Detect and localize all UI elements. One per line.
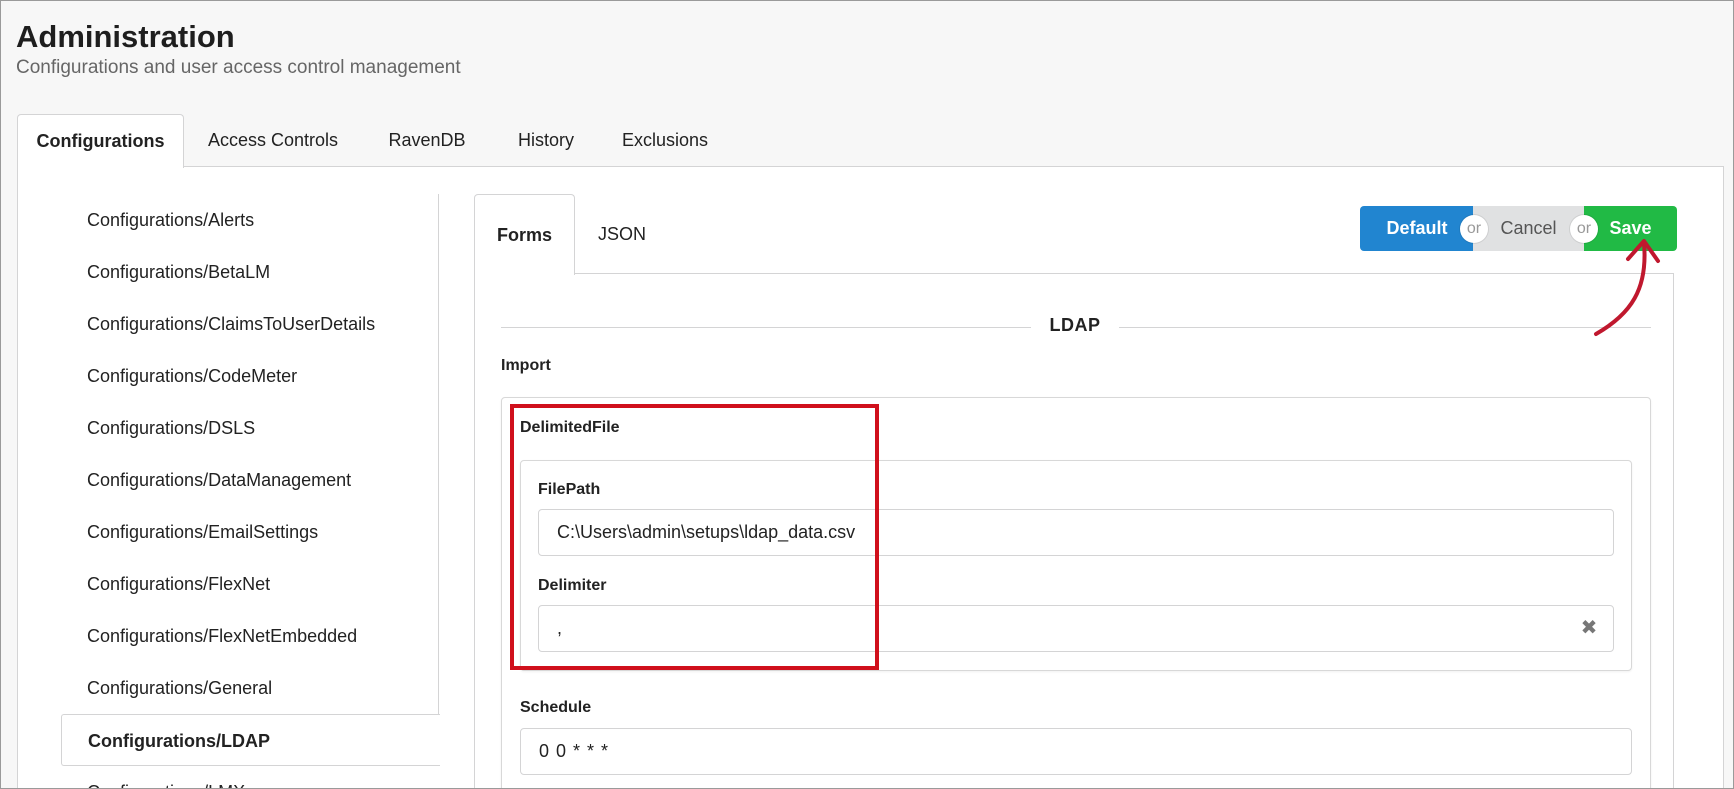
default-button[interactable]: Default — [1360, 206, 1474, 251]
schedule-input[interactable]: 0 0 * * * — [520, 728, 1632, 775]
curved-arrow-icon — [1586, 229, 1666, 344]
delimiter-input[interactable]: , ✖ — [538, 605, 1614, 652]
filepath-label: FilePath — [538, 481, 601, 498]
sidebar-item-emailsettings[interactable]: Configurations/EmailSettings — [61, 506, 439, 558]
schedule-label: Schedule — [520, 699, 592, 716]
sidebar-item-general[interactable]: Configurations/General — [61, 662, 439, 714]
tab-forms[interactable]: Forms — [474, 194, 575, 275]
tab-ravendb[interactable]: RavenDB — [377, 114, 477, 167]
sidebar-item-flexnetembedded[interactable]: Configurations/FlexNetEmbedded — [61, 610, 439, 662]
filepath-input[interactable]: C:\Users\admin\setups\ldap_data.csv — [538, 509, 1614, 556]
sidebar-item-ldap[interactable]: Configurations/LDAP — [61, 714, 440, 766]
tab-history[interactable]: History — [504, 114, 588, 167]
section-title: LDAP — [1049, 315, 1101, 335]
sidebar-item-alerts[interactable]: Configurations/Alerts — [61, 194, 439, 246]
import-label: Import — [501, 357, 551, 374]
cancel-button[interactable]: Cancel — [1473, 206, 1584, 251]
sidebar-item-flexnet[interactable]: Configurations/FlexNet — [61, 558, 439, 610]
sidebar-item-codemeter[interactable]: Configurations/CodeMeter — [61, 350, 439, 402]
section-divider-right — [1119, 327, 1651, 328]
app-window: Administration Configurations and user a… — [0, 0, 1734, 789]
sidebar-item-datamanagement[interactable]: Configurations/DataManagement — [61, 454, 439, 506]
page-subtitle: Configurations and user access control m… — [16, 57, 461, 78]
tab-exclusions[interactable]: Exclusions — [609, 114, 721, 167]
or-separator: or — [1460, 215, 1488, 243]
sidebar-item-lmx[interactable]: Configurations/LMX — [61, 766, 439, 788]
tab-configurations[interactable]: Configurations — [17, 114, 184, 168]
delimiter-value: , — [557, 618, 563, 638]
tab-access-controls[interactable]: Access Controls — [189, 114, 357, 167]
sidebar-item-dsls[interactable]: Configurations/DSLS — [61, 402, 439, 454]
close-icon[interactable]: ✖ — [1579, 618, 1599, 638]
sidebar-item-claimstouserdetails[interactable]: Configurations/ClaimsToUserDetails — [61, 298, 439, 350]
section-divider-left — [501, 327, 1031, 328]
menu-divider — [438, 194, 439, 714]
delimiter-label: Delimiter — [538, 577, 607, 594]
tab-json[interactable]: JSON — [582, 194, 662, 274]
sidebar-item-betalm[interactable]: Configurations/BetaLM — [61, 246, 439, 298]
delimitedfile-label: DelimitedFile — [520, 419, 620, 436]
page-title: Administration — [16, 19, 235, 54]
